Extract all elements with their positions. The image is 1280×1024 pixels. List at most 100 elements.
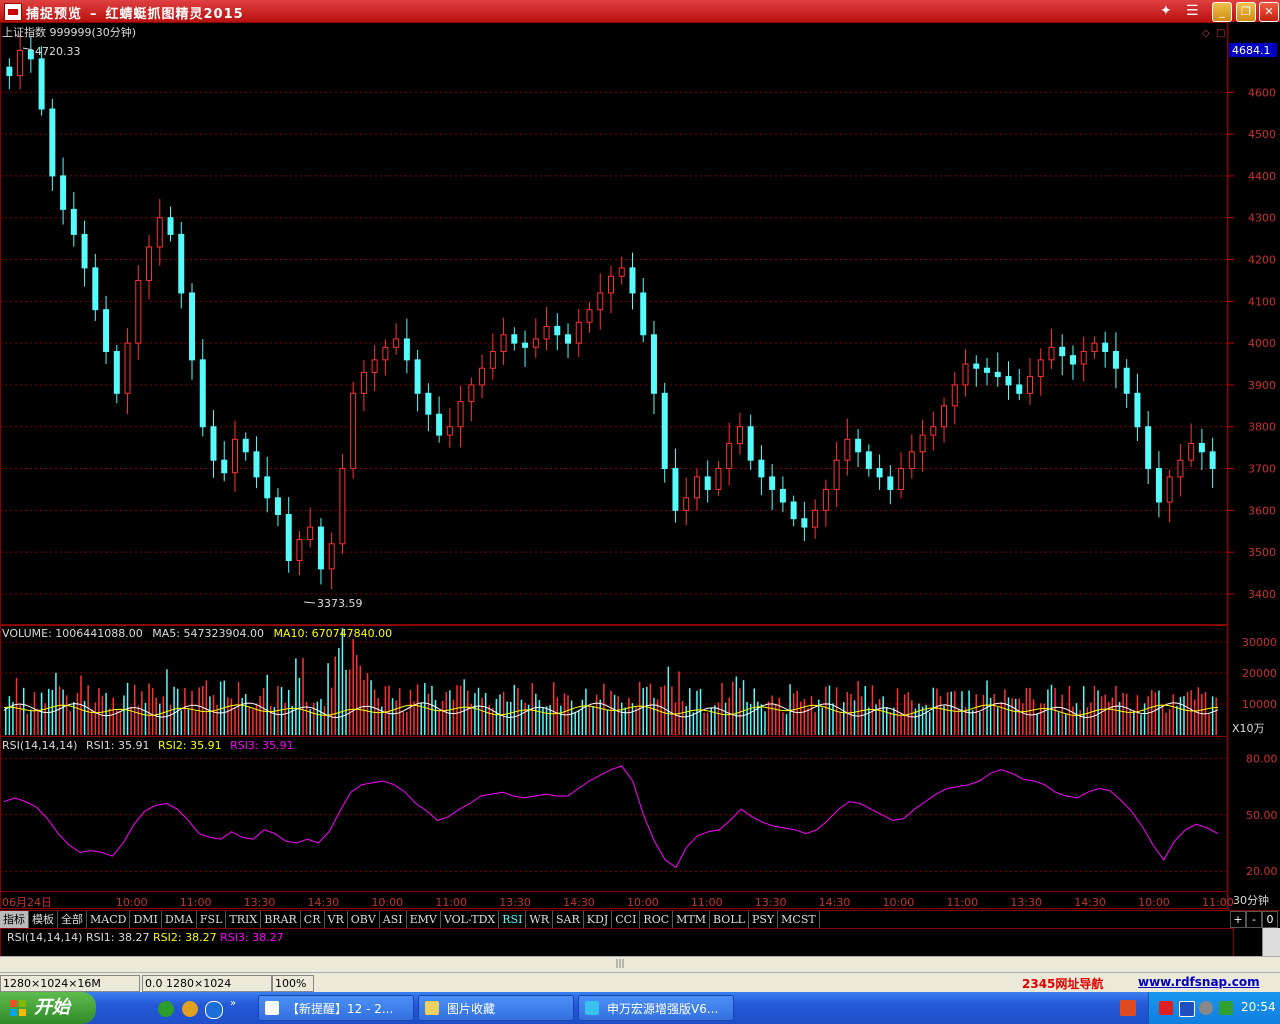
tab-trix[interactable]: TRIX — [226, 911, 262, 928]
candle-body — [565, 334, 572, 344]
candles[interactable] — [6, 33, 1216, 590]
tab-指标[interactable]: 指标 — [0, 911, 29, 928]
candle-body — [790, 501, 797, 520]
horizontal-scrollbar[interactable]: ||| — [0, 956, 1280, 973]
time-label: 13:30 — [1010, 896, 1042, 909]
candle-body — [822, 488, 829, 511]
tab-reset-button[interactable]: 0 — [1262, 911, 1278, 928]
task-button-forum[interactable]: 【新提醒】12 - 2... — [258, 995, 414, 1021]
quicklaunch-folder-icon[interactable] — [182, 1001, 198, 1017]
tab-dma[interactable]: DMA — [162, 911, 197, 928]
quicklaunch-ie-icon[interactable] — [158, 1001, 174, 1017]
candle-body — [1102, 342, 1109, 352]
volume-ma5: MA5: 547323904.00 — [152, 627, 264, 640]
tab-kdj[interactable]: KDJ — [584, 911, 613, 928]
tab-mcst[interactable]: MCST — [778, 911, 820, 928]
candle-body — [779, 488, 786, 503]
chart-svg[interactable]: 4600 4500 4400 4300 4200 4100 4000 3900 3800 3700… — [0, 22, 1280, 910]
vertical-scrollbar[interactable] — [1262, 928, 1280, 956]
tab-fsl[interactable]: FSL — [197, 911, 227, 928]
minimize-button[interactable]: _ — [1212, 2, 1232, 22]
rsi-tick-label: 80.00 — [1246, 752, 1278, 765]
shield-icon[interactable] — [1179, 1001, 1195, 1017]
candle-body — [436, 413, 443, 436]
candle-body — [1155, 468, 1162, 503]
candle-body — [70, 208, 77, 235]
tab-vol-tdx[interactable]: VOL-TDX — [441, 911, 500, 928]
time-axis: 06月24日 10:00 11:00 13:30 14:30 10:00 11:00 13:3… — [2, 896, 1234, 909]
tab-cr[interactable]: CR — [301, 911, 325, 928]
time-label: 10:00 — [371, 896, 403, 909]
link-rdfsnap[interactable]: www.rdfsnap.com — [1138, 975, 1260, 989]
start-button[interactable]: 开始 — [0, 992, 96, 1024]
volume-bars[interactable] — [5, 628, 1217, 735]
candle-body — [801, 518, 808, 528]
candle-body — [1112, 350, 1119, 369]
tray-app-icon[interactable] — [1159, 1001, 1173, 1015]
candle-body — [543, 325, 550, 340]
scroll-grip-icon[interactable]: ||| — [612, 959, 628, 970]
tab-add-button[interactable]: + — [1230, 911, 1246, 928]
link-2345[interactable]: 2345网址导航 — [1022, 975, 1103, 992]
tab-brar[interactable]: BRAR — [261, 911, 301, 928]
time-label: 14:30 — [308, 896, 340, 909]
candle-body — [339, 468, 346, 545]
pin-icon[interactable]: ✦ — [1160, 3, 1172, 19]
tab-obv[interactable]: OBV — [348, 911, 380, 928]
app-icon[interactable] — [4, 3, 22, 21]
tab-psy[interactable]: PSY — [749, 911, 779, 928]
rsi-series-line — [3, 765, 1219, 869]
close-button[interactable]: ✕ — [1259, 2, 1279, 22]
candle-body — [156, 217, 163, 248]
tab-wr[interactable]: WR — [526, 911, 554, 928]
low-marker-arrow — [303, 601, 316, 604]
quicklaunch-more-icon[interactable]: » — [230, 998, 240, 1009]
candle-body — [640, 292, 647, 336]
ime-icon[interactable] — [1120, 1000, 1136, 1016]
candle-body — [994, 371, 1001, 378]
tab-rsi[interactable]: RSI — [499, 911, 527, 928]
diamond-icon[interactable]: ◇ — [1202, 28, 1210, 39]
tab-模板[interactable]: 模板 — [29, 911, 58, 928]
price-axis: 4600 4500 4400 4300 4200 4100 4000 3900 3800 3700… — [1228, 86, 1276, 601]
tab-全部[interactable]: 全部 — [58, 911, 87, 928]
candle-body — [167, 217, 174, 235]
candle-body — [479, 367, 486, 386]
tab-roc[interactable]: ROC — [640, 911, 674, 928]
maximize-button[interactable]: ❐ — [1236, 2, 1256, 22]
tab-remove-button[interactable]: - — [1246, 911, 1262, 928]
tab-macd[interactable]: MACD — [87, 911, 131, 928]
rsi-line[interactable] — [3, 765, 1219, 869]
rsi-name: RSI(14,14,14) — [2, 739, 77, 752]
candle-body — [124, 342, 131, 394]
tab-vr[interactable]: VR — [325, 911, 348, 928]
title-bar[interactable]: 捕捉预览 – 红蜻蜓抓图精灵2015 ✦ ☰ _ ❐ ✕ — [0, 0, 1280, 22]
tab-cci[interactable]: CCI — [612, 911, 641, 928]
menu-icon[interactable]: ☰ — [1186, 3, 1199, 19]
task-button-stock-app[interactable]: 申万宏源增强版V6... — [578, 995, 734, 1021]
tab-emv[interactable]: EMV — [407, 911, 441, 928]
tab-mtm[interactable]: MTM — [673, 911, 711, 928]
tab-sar[interactable]: SAR — [553, 911, 584, 928]
indicator-tabs: 指标 模板 全部 MACD DMI DMA FSL TRIX BRAR CR VR OBV ASI EMV… — [0, 910, 1280, 929]
candle-body — [446, 426, 453, 436]
period-label: 30分钟 — [1233, 893, 1269, 907]
tab-asi[interactable]: ASI — [380, 911, 407, 928]
network-icon[interactable] — [1199, 1001, 1213, 1015]
candle-body — [6, 66, 13, 77]
restore-icon[interactable]: □ — [1216, 28, 1225, 39]
system-tray: 20:54 — [1148, 992, 1280, 1024]
candle-body — [522, 342, 529, 348]
task-button-pictures[interactable]: 图片收藏 — [418, 995, 574, 1021]
tab-boll[interactable]: BOLL — [710, 911, 749, 928]
candle-body — [231, 438, 238, 474]
chart-area[interactable]: 4600 4500 4400 4300 4200 4100 4000 3900 3800 3700… — [0, 22, 1280, 910]
price-tick-label: 3400 — [1248, 588, 1276, 601]
tab-dmi[interactable]: DMI — [130, 911, 162, 928]
quicklaunch-browser-icon[interactable] — [205, 1001, 223, 1019]
low-label: 3373.59 — [317, 597, 363, 610]
sub-indicator-panel: RSI(14,14,14) RSI1: 38.27 RSI2: 38.27 RS… — [0, 928, 1234, 958]
price-tick-label: 3800 — [1248, 421, 1276, 434]
update-icon[interactable] — [1219, 1001, 1233, 1015]
candle-body — [1091, 342, 1098, 352]
